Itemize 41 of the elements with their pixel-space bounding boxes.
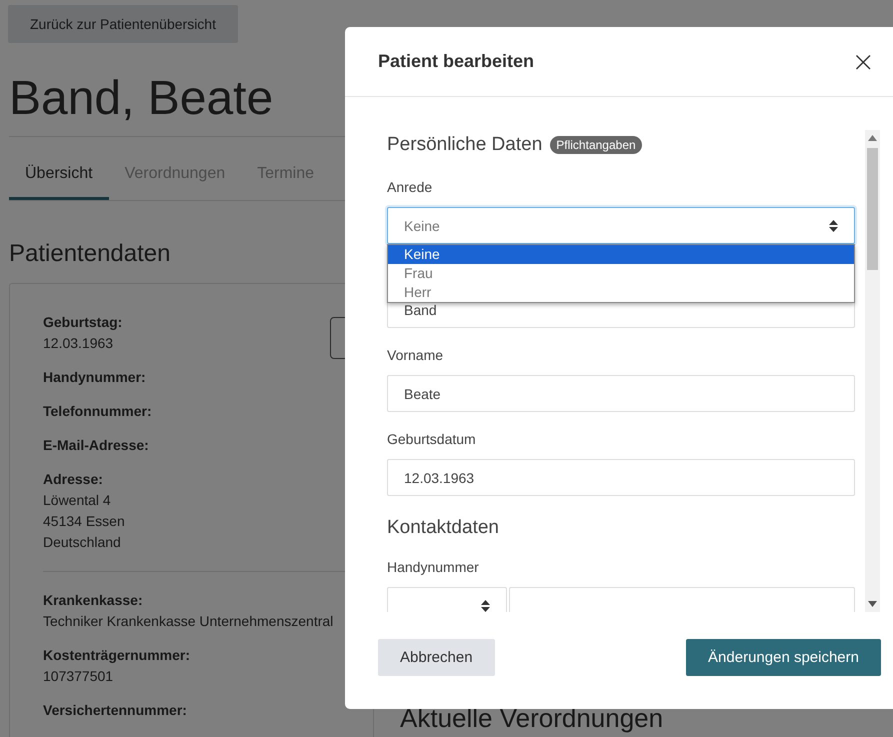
detail-value: Techniker Krankenkasse Unternehmenszentral [43,612,334,631]
field-label: Handynummer [387,558,480,577]
section-title: Persönliche Daten [387,133,542,157]
detail-label: Adresse: [43,470,103,489]
detail-label: Geburtstag: [43,313,122,332]
field-label: Geburtsdatum [387,430,477,449]
dialog-title: Patient bearbeiten [378,51,534,72]
detail-label: Versichertennummer: [43,701,187,720]
detail-label: E-Mail-Adresse: [43,436,149,455]
close-button[interactable]: × [848,48,879,76]
dropdown-option[interactable]: Frau [388,264,854,283]
section-title: Patientendaten [9,239,170,269]
cancel-button[interactable]: Abbrechen [378,639,495,676]
detail-value: 12.03.1963 [43,334,114,353]
input-field[interactable]: 12.03.1963 [387,459,855,496]
scroll-up-icon[interactable] [868,135,877,141]
detail-label: Krankenkasse: [43,591,143,610]
field-label: Anrede [387,178,434,197]
salutation-select[interactable]: Keine [387,207,855,244]
sort-icon [481,600,490,612]
scrollbar-thumb[interactable] [867,148,878,270]
dropdown-option[interactable]: Keine [388,245,854,264]
detail-label: Kostenträgernummer: [43,646,190,665]
patient-name: Band, Beate [9,71,274,127]
section-title: Kontaktdaten [387,516,499,540]
detail-value: 45134 Essen [43,512,125,531]
scrollbar[interactable] [865,130,880,612]
required-badge: Pflichtangaben [550,136,642,154]
scroll-down-icon[interactable] [868,601,877,607]
detail-value: 107377501 [43,667,114,686]
sort-icon [829,220,838,232]
detail-label: Handynummer: [43,368,146,387]
input-field[interactable]: Beate [387,375,855,412]
detail-value: Deutschland [43,533,121,552]
back-button[interactable]: Zurück zur Patientenübersicht [8,5,238,43]
tab[interactable]: Übersicht [9,151,109,200]
field-label: Vorname [387,346,444,365]
section-title: Aktuelle Verordnungen [400,703,664,733]
detail-value: Löwental 4 [43,491,111,510]
detail-label: Telefonnummer: [43,402,152,421]
save-button[interactable]: Änderungen speichern [686,639,881,676]
